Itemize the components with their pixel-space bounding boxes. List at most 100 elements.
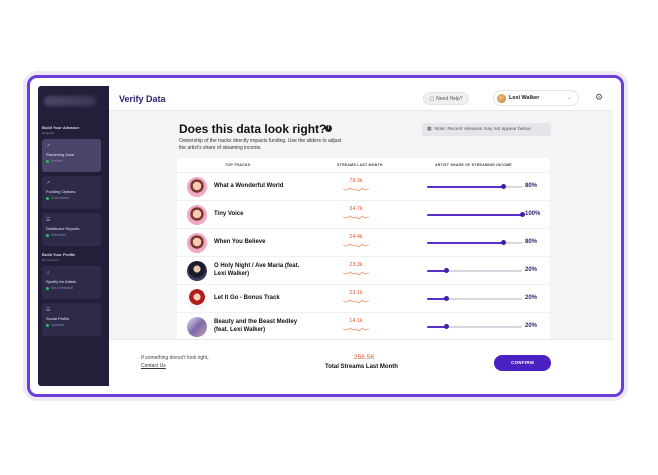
page-title: Verify Data bbox=[119, 94, 166, 104]
status-dot-icon bbox=[46, 196, 49, 200]
share-slider-handle[interactable] bbox=[443, 324, 449, 329]
sidebar-item-status: Verified bbox=[46, 159, 97, 163]
streams-sparkline bbox=[343, 299, 369, 304]
sidebar: Build Your Advance Required ↗ Streaming … bbox=[38, 86, 109, 386]
document-icon: ☰ bbox=[46, 217, 51, 223]
footer-help-text: If something doesn't look right, Contact… bbox=[141, 355, 209, 369]
streams-sparkline bbox=[343, 215, 369, 220]
share-slider-fill bbox=[427, 214, 522, 216]
top-header: Verify Data ▢ Need Help? Lexi Walker ⌄ ⚙ bbox=[109, 86, 613, 111]
sidebar-item-status: Customized bbox=[46, 196, 97, 200]
table-row: Let It Go - Bonus Track 23.1k 20% bbox=[177, 284, 550, 312]
contact-us-link[interactable]: Contact Us bbox=[141, 363, 166, 369]
chevron-down-icon: ⌄ bbox=[566, 95, 572, 101]
share-percent: 100% bbox=[525, 211, 541, 217]
sidebar-item-status: Submitted bbox=[46, 233, 97, 237]
music-note-icon: ♫ bbox=[46, 270, 50, 276]
streams-value: 24.4k bbox=[349, 234, 363, 240]
tracks-table: TOP TRACKS STREAMS LAST MONTH ARTIST SHA… bbox=[177, 158, 550, 339]
track-artwork bbox=[187, 205, 207, 225]
share-slider[interactable] bbox=[427, 212, 525, 217]
share-slider-handle[interactable] bbox=[500, 184, 506, 189]
sidebar-item-status: Updated bbox=[46, 323, 97, 327]
track-artwork bbox=[187, 317, 207, 337]
streams-sparkline bbox=[343, 187, 369, 192]
streams-value: 23.1k bbox=[349, 290, 363, 296]
share-slider[interactable] bbox=[427, 324, 522, 329]
main-content: Does this data look right? i Ownership o… bbox=[109, 111, 613, 339]
share-percent: 80% bbox=[525, 239, 538, 245]
sidebar-item-label: Spotify for Artists bbox=[46, 279, 77, 284]
track-artwork bbox=[187, 261, 207, 281]
need-help-label: Need Help? bbox=[436, 95, 463, 102]
need-help-button[interactable]: ▢ Need Help? bbox=[423, 92, 469, 105]
share-percent: 80% bbox=[525, 183, 538, 189]
sidebar-item-label: Social Profile bbox=[46, 316, 70, 321]
column-header-artist-share: ARTIST SHARE OF STREAMING INCOME bbox=[435, 163, 512, 167]
share-percent: 20% bbox=[525, 267, 538, 273]
track-name: Let It Go - Bonus Track bbox=[214, 295, 280, 301]
note-banner: ▦ Note: Recent releases may not appear b… bbox=[422, 123, 551, 136]
total-streams-value: 258.5K bbox=[354, 354, 375, 361]
chart-icon: ↗ bbox=[46, 180, 51, 186]
status-dot-icon bbox=[46, 233, 49, 237]
sidebar-item-label: Distributor Reports bbox=[46, 226, 80, 231]
streams-value: 79.3k bbox=[349, 178, 363, 184]
share-percent: 20% bbox=[525, 295, 538, 301]
gear-icon[interactable]: ⚙ bbox=[595, 92, 603, 103]
logo bbox=[44, 96, 96, 106]
app-window: Build Your Advance Required ↗ Streaming … bbox=[38, 86, 613, 386]
share-slider[interactable] bbox=[427, 184, 522, 189]
track-artwork bbox=[187, 233, 207, 253]
note-text: Note: Recent releases may not appear bel… bbox=[434, 127, 531, 132]
track-artwork bbox=[187, 289, 207, 309]
status-dot-icon bbox=[46, 286, 49, 290]
share-slider[interactable] bbox=[427, 240, 522, 245]
streams-sparkline bbox=[343, 243, 369, 248]
status-dot-icon bbox=[46, 323, 49, 327]
browser-frame: Build Your Advance Required ↗ Streaming … bbox=[27, 75, 624, 397]
sidebar-item-funding-options[interactable]: ↗ Funding Options Customized bbox=[42, 176, 101, 209]
sidebar-section-title: Build Your Profile bbox=[42, 252, 76, 257]
sidebar-item-spotify-for-artists[interactable]: ♫ Spotify for Artists Not connected bbox=[42, 266, 101, 299]
share-slider-handle[interactable] bbox=[443, 268, 449, 273]
share-slider-fill bbox=[427, 186, 503, 188]
track-name: When You Believe bbox=[214, 239, 266, 245]
sidebar-item-streaming-data[interactable]: ↗ Streaming Data Verified bbox=[42, 139, 101, 172]
table-row: Beauty and the Beast Medley (feat. Lexi … bbox=[177, 312, 550, 339]
chart-icon: ↗ bbox=[46, 143, 51, 149]
user-menu[interactable]: Lexi Walker ⌄ bbox=[493, 90, 579, 106]
sidebar-item-label: Funding Options bbox=[46, 189, 76, 194]
question-heading: Does this data look right? bbox=[179, 122, 327, 136]
share-slider[interactable] bbox=[427, 268, 522, 273]
sidebar-item-social-profile[interactable]: ☰ Social Profile Updated bbox=[42, 303, 101, 336]
streams-value: 34.7k bbox=[349, 206, 363, 212]
calendar-icon: ▦ bbox=[427, 127, 432, 132]
share-slider-handle[interactable] bbox=[500, 240, 506, 245]
share-slider-handle[interactable] bbox=[443, 296, 449, 301]
streams-value: 23.3k bbox=[349, 262, 363, 268]
streams-sparkline bbox=[343, 327, 369, 332]
share-percent: 20% bbox=[525, 323, 538, 329]
streams-sparkline bbox=[343, 271, 369, 276]
share-slider-fill bbox=[427, 242, 503, 244]
info-icon[interactable]: i bbox=[325, 125, 332, 132]
track-name: Beauty and the Beast Medley (feat. Lexi … bbox=[214, 319, 298, 333]
sidebar-section-sub: Not required bbox=[42, 258, 59, 262]
confirm-button[interactable]: CONFIRM bbox=[494, 355, 551, 371]
track-name: Tiny Voice bbox=[214, 211, 244, 217]
streams-value: 14.1k bbox=[349, 318, 363, 324]
document-icon: ☰ bbox=[46, 307, 51, 313]
column-header-top-tracks: TOP TRACKS bbox=[225, 163, 251, 167]
sidebar-item-distributor-reports[interactable]: ☰ Distributor Reports Submitted bbox=[42, 213, 101, 246]
avatar bbox=[497, 93, 506, 103]
track-name: What a Wonderful World bbox=[214, 183, 284, 189]
sidebar-item-status: Not connected bbox=[46, 286, 97, 290]
table-row: Tiny Voice 34.7k 100% bbox=[177, 200, 550, 228]
share-slider[interactable] bbox=[427, 296, 522, 301]
track-name: O Holy Night / Ave Maria (feat. Lexi Wal… bbox=[214, 263, 300, 277]
table-row: O Holy Night / Ave Maria (feat. Lexi Wal… bbox=[177, 256, 550, 284]
track-artwork bbox=[187, 177, 207, 197]
share-slider-handle[interactable] bbox=[519, 212, 525, 217]
total-streams-label: Total Streams Last Month bbox=[325, 364, 398, 370]
